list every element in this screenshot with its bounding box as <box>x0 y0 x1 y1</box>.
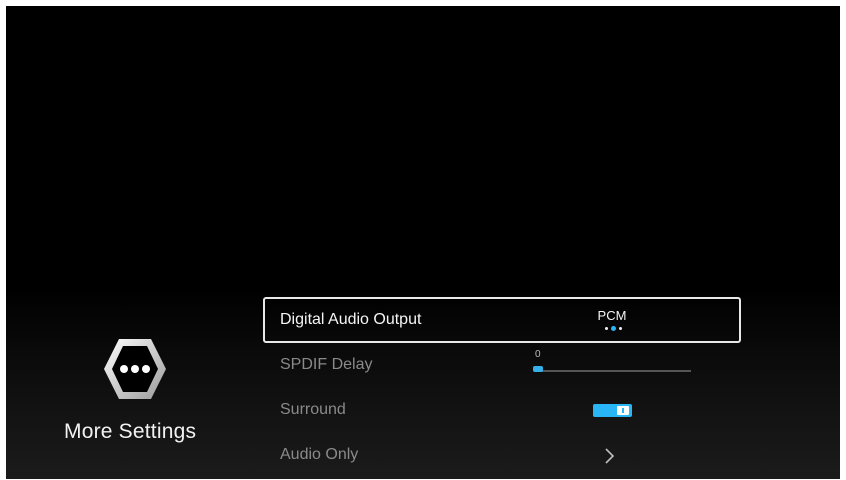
option-dot <box>605 327 608 330</box>
menu-item-label: Surround <box>280 401 346 418</box>
chevron-right-icon <box>605 448 615 464</box>
menu-item-spdif-delay[interactable]: SPDIF Delay 0 <box>263 344 741 388</box>
tv-screen: More Settings Digital Audio Output PCM S… <box>6 6 840 479</box>
menu-item-label: SPDIF Delay <box>280 356 373 373</box>
menu-item-label: Audio Only <box>280 446 359 463</box>
side-panel-title: More Settings <box>64 420 197 443</box>
spdif-delay-value: 0 <box>535 349 541 360</box>
menu-item-label: Digital Audio Output <box>280 311 422 328</box>
surround-toggle[interactable] <box>593 404 632 417</box>
toggle-knob <box>617 406 629 415</box>
option-dot <box>619 327 622 330</box>
option-indicator <box>602 326 626 332</box>
spdif-delay-slider[interactable] <box>535 370 691 372</box>
menu-item-audio-only[interactable]: Audio Only <box>263 434 741 478</box>
slider-knob[interactable] <box>533 366 543 372</box>
option-dot-selected <box>611 326 616 331</box>
menu-item-digital-audio-output[interactable]: Digital Audio Output PCM <box>263 297 741 343</box>
more-dots-icon <box>104 339 166 399</box>
digital-audio-output-value[interactable]: PCM <box>597 308 627 323</box>
menu-item-surround[interactable]: Surround <box>263 389 741 433</box>
